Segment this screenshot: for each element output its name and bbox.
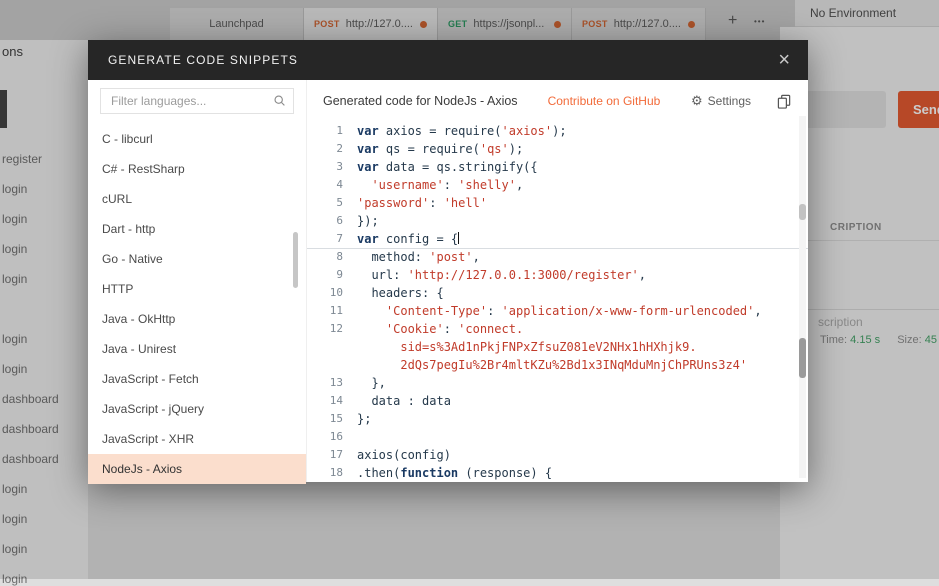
language-scrollbar[interactable] bbox=[293, 232, 298, 288]
line-content: data : data bbox=[357, 394, 451, 408]
line-number: 15 bbox=[329, 412, 343, 425]
settings-button[interactable]: Settings bbox=[708, 94, 751, 108]
line-number: 8 bbox=[336, 250, 343, 263]
line-number bbox=[307, 356, 357, 374]
line-number: 6 bbox=[336, 214, 343, 227]
line-content: .then(function (response) { bbox=[357, 466, 553, 480]
search-icon bbox=[274, 95, 285, 106]
filter-wrap bbox=[100, 88, 294, 114]
line-number: 1 bbox=[336, 124, 343, 137]
code-line: 4 'username': 'shelly', bbox=[307, 176, 808, 194]
line-content: url: 'http://127.0.0.1:3000/register', bbox=[357, 268, 646, 282]
code-line: 11 'Content-Type': 'application/x-www-fo… bbox=[307, 302, 808, 320]
line-number: 10 bbox=[329, 286, 343, 299]
code-header: Generated code for NodeJs - Axios Contri… bbox=[307, 86, 808, 116]
line-number: 9 bbox=[336, 268, 343, 281]
language-item[interactable]: JavaScript - jQuery bbox=[88, 394, 306, 424]
text-cursor bbox=[458, 232, 460, 244]
modal-header: GENERATE CODE SNIPPETS × bbox=[88, 40, 808, 80]
code-lines: 1 var axios = require('axios'); 2 var qs = … bbox=[307, 122, 808, 482]
code-scrollbar[interactable] bbox=[799, 116, 806, 478]
line-content: var data = qs.stringify({ bbox=[357, 160, 538, 174]
code-line: 13 }, bbox=[307, 374, 808, 392]
code-panel: Generated code for NodeJs - Axios Contri… bbox=[306, 80, 808, 482]
code-line: 8 method: 'post', bbox=[307, 248, 808, 266]
language-item[interactable]: NodeJs - Axios bbox=[88, 454, 306, 484]
code-line: 10 headers: { bbox=[307, 284, 808, 302]
filter-languages-input[interactable] bbox=[100, 88, 294, 114]
code-line: 14 data : data bbox=[307, 392, 808, 410]
language-list: C - libcurl C# - RestSharp cURL Dart - http… bbox=[88, 124, 306, 484]
line-content: method: 'post', bbox=[357, 250, 480, 264]
code-line: 6}); bbox=[307, 212, 808, 230]
language-item[interactable]: Java - OkHttp bbox=[88, 304, 306, 334]
line-number: 5 bbox=[336, 196, 343, 209]
language-item[interactable]: HTTP bbox=[88, 274, 306, 304]
language-item[interactable]: cURL bbox=[88, 184, 306, 214]
language-item[interactable]: JavaScript - XHR bbox=[88, 424, 306, 454]
line-number: 7 bbox=[336, 232, 343, 245]
code-line: sid=s%3Ad1nPkjFNPxZfsuZ081eV2NHx1hHXhjk9… bbox=[307, 338, 808, 356]
code-line: 2dQs7pegIu%2Br4mltKZu%2Bd1x3INqMduMnjChP… bbox=[307, 356, 808, 374]
language-item[interactable]: JavaScript - Fetch bbox=[88, 364, 306, 394]
code-line: 1 var axios = require('axios'); bbox=[307, 122, 808, 140]
language-panel: C - libcurlC# - RestSharpcURLDart - http… bbox=[88, 80, 306, 484]
line-number: 17 bbox=[329, 448, 343, 461]
line-number: 11 bbox=[329, 304, 343, 317]
language-item[interactable]: Go - Native bbox=[88, 244, 306, 274]
line-content: 'username': 'shelly', bbox=[371, 178, 524, 192]
line-number: 4 bbox=[336, 178, 343, 191]
line-content: 2dQs7pegIu%2Br4mltKZu%2Bd1x3INqMduMnjChP… bbox=[357, 358, 748, 372]
line-content: }); bbox=[357, 214, 379, 228]
generate-code-modal: GENERATE CODE SNIPPETS × C - libcurlC# -… bbox=[88, 40, 808, 484]
code-scrollbar-thumb-upper[interactable] bbox=[799, 204, 806, 220]
line-content: var qs = require('qs'); bbox=[357, 142, 524, 156]
line-number bbox=[307, 338, 357, 356]
code-line: 17 axios(config) bbox=[307, 446, 808, 464]
line-content: 'Content-Type': 'application/x-www-form-… bbox=[385, 304, 769, 318]
line-number: 13 bbox=[329, 376, 343, 389]
line-number: 2 bbox=[336, 142, 343, 155]
line-number: 12 bbox=[329, 322, 343, 335]
line-content: axios(config) bbox=[357, 448, 451, 462]
line-content: 'password': 'hell' bbox=[357, 196, 488, 210]
language-item[interactable]: C# - RestSharp bbox=[88, 154, 306, 184]
language-item[interactable]: Dart - http bbox=[88, 214, 306, 244]
gear-icon: ⚙ bbox=[690, 93, 703, 108]
code-line: 18 .then(function (response) { bbox=[307, 464, 808, 482]
code-line: 5 'password': 'hell' bbox=[307, 194, 808, 212]
line-number: 3 bbox=[336, 160, 343, 173]
line-content: headers: { bbox=[357, 286, 451, 300]
language-item[interactable]: C - libcurl bbox=[88, 124, 306, 154]
code-scrollbar-thumb[interactable] bbox=[799, 338, 806, 378]
close-icon[interactable]: × bbox=[778, 50, 790, 70]
line-number: 14 bbox=[329, 394, 343, 407]
modal-title: GENERATE CODE SNIPPETS bbox=[108, 53, 299, 67]
language-item[interactable]: Java - Unirest bbox=[88, 334, 306, 364]
line-content: }, bbox=[357, 376, 386, 390]
line-content: 'Cookie': 'connect. bbox=[385, 322, 524, 336]
line-number: 18 bbox=[329, 466, 343, 479]
contribute-link[interactable]: Contribute on GitHub bbox=[548, 94, 661, 108]
copy-icon[interactable] bbox=[777, 94, 792, 109]
code-line: 12 'Cookie': 'connect. bbox=[307, 320, 808, 338]
line-number: 16 bbox=[329, 430, 343, 443]
line-content: var config = { bbox=[357, 232, 460, 246]
line-content: sid=s%3Ad1nPkjFNPxZfsuZ081eV2NHx1hHXhjk9… bbox=[357, 340, 697, 354]
generated-code-title: Generated code for NodeJs - Axios bbox=[323, 94, 518, 108]
line-content: var axios = require('axios'); bbox=[357, 124, 567, 138]
code-line: 2 var qs = require('qs'); bbox=[307, 140, 808, 158]
modal-body: C - libcurlC# - RestSharpcURLDart - http… bbox=[88, 80, 808, 484]
code-line: 16 bbox=[307, 428, 808, 446]
code-line: 15}; bbox=[307, 410, 808, 428]
code-line: 9 url: 'http://127.0.0.1:3000/register', bbox=[307, 266, 808, 284]
code-line: 7 var config = { bbox=[307, 230, 808, 248]
code-line: 3 var data = qs.stringify({ bbox=[307, 158, 808, 176]
line-content: }; bbox=[357, 412, 372, 426]
